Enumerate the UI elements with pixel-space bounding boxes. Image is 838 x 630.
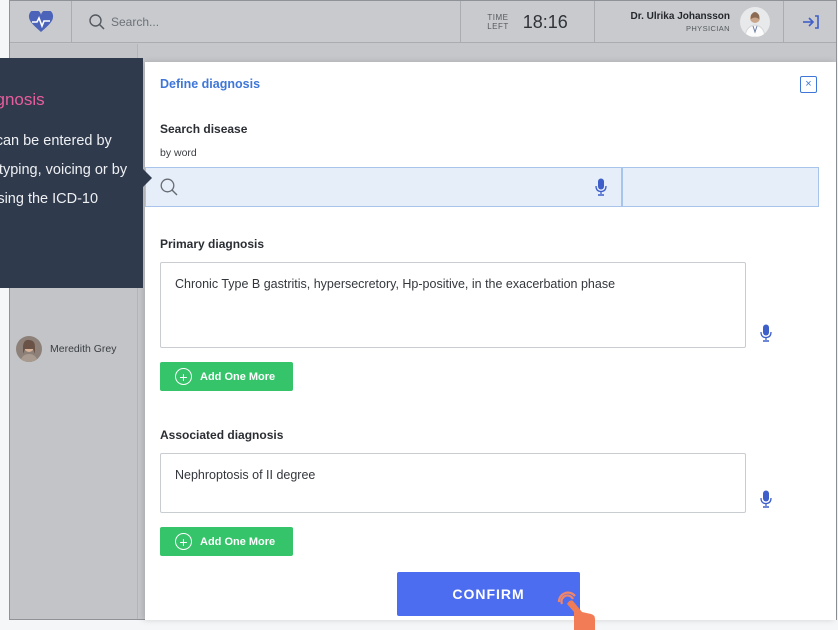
microphone-icon[interactable] bbox=[760, 324, 772, 342]
tooltip-arrow bbox=[143, 169, 152, 187]
tap-hand-icon bbox=[557, 591, 595, 630]
tooltip-text: Diagnosis can be entered by searching, t… bbox=[0, 133, 128, 207]
time-left-label: TIME LEFT bbox=[487, 13, 509, 31]
add-primary-diagnosis-button[interactable]: + Add One More bbox=[160, 362, 293, 391]
associated-diagnosis-field[interactable]: Nephroptosis of II degree bbox=[160, 453, 746, 513]
logout-button[interactable] bbox=[783, 1, 836, 43]
time-left-value: 18:16 bbox=[522, 11, 568, 32]
avatar bbox=[740, 7, 770, 37]
logout-icon bbox=[803, 15, 819, 29]
plus-circle-icon: + bbox=[175, 533, 192, 550]
confirm-button[interactable]: CONFIRM bbox=[397, 572, 580, 616]
modal-title: Define diagnosis bbox=[160, 77, 261, 91]
disease-search-field[interactable] bbox=[145, 167, 622, 207]
tooltip-title: Diagnosis bbox=[0, 90, 45, 109]
logo[interactable] bbox=[10, 1, 72, 43]
patient-list-item[interactable]: Meredith Grey bbox=[16, 336, 117, 362]
diagnosis-tooltip: Diagnosis Diagnosis can be entered by se… bbox=[0, 58, 143, 288]
disease-search-input[interactable] bbox=[186, 168, 595, 206]
add-associated-diagnosis-button[interactable]: + Add One More bbox=[160, 527, 293, 556]
user-role: PHYSICIAN bbox=[685, 24, 730, 33]
patient-avatar bbox=[16, 336, 42, 362]
microphone-icon[interactable] bbox=[595, 178, 607, 196]
associated-diagnosis-label: Associated diagnosis bbox=[160, 428, 284, 442]
global-search[interactable]: Search... bbox=[73, 1, 459, 43]
icd-code-field[interactable] bbox=[622, 167, 819, 207]
user-profile[interactable]: Dr. Ulrika Johansson PHYSICIAN bbox=[596, 1, 782, 43]
search-by-word-label: by word bbox=[160, 147, 197, 159]
close-icon: × bbox=[805, 78, 812, 90]
time-left-widget: TIME LEFT 18:16 bbox=[460, 1, 595, 43]
search-disease-label: Search disease bbox=[160, 122, 248, 136]
primary-diagnosis-label: Primary diagnosis bbox=[160, 237, 265, 251]
plus-circle-icon: + bbox=[175, 368, 192, 385]
add-one-more-label: Add One More bbox=[200, 370, 276, 383]
define-diagnosis-modal: Define diagnosis × Search disease by wor… bbox=[145, 62, 836, 620]
search-icon bbox=[89, 14, 105, 30]
search-icon bbox=[160, 178, 178, 196]
close-button[interactable]: × bbox=[800, 76, 817, 93]
heart-pulse-icon bbox=[28, 11, 53, 32]
primary-diagnosis-field[interactable]: Chronic Type B gastritis, hypersecretory… bbox=[160, 262, 746, 348]
user-name: Dr. Ulrika Johansson bbox=[630, 11, 730, 22]
global-search-placeholder: Search... bbox=[111, 15, 160, 29]
patient-name: Meredith Grey bbox=[50, 343, 117, 355]
top-bar: Search... TIME LEFT 18:16 Dr. Ulrika Joh… bbox=[10, 1, 836, 43]
microphone-icon[interactable] bbox=[760, 490, 772, 508]
add-one-more-label: Add One More bbox=[200, 535, 276, 548]
